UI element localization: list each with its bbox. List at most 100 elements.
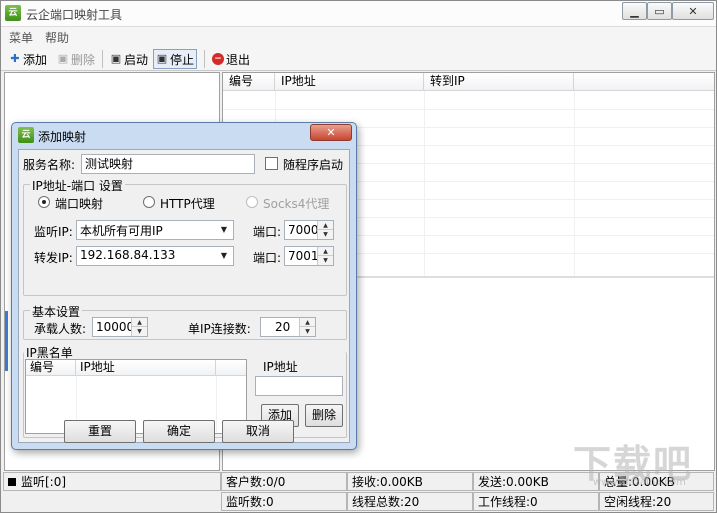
spin-down-icon[interactable]: ▼ bbox=[318, 256, 333, 265]
per-ip-stepper[interactable]: 20 ▲ ▼ bbox=[260, 317, 316, 337]
radio-port-mapping[interactable] bbox=[38, 196, 50, 208]
stop-button[interactable]: ▣ 停止 bbox=[153, 49, 198, 69]
chevron-down-icon: ▼ bbox=[220, 251, 228, 260]
column-header-number[interactable]: 编号 bbox=[26, 360, 76, 376]
exit-button[interactable]: − 退出 bbox=[210, 49, 252, 69]
reset-button[interactable]: 重置 bbox=[64, 420, 136, 443]
stop-icon: ▣ bbox=[156, 52, 168, 65]
window-title: 云企端口映射工具 bbox=[26, 8, 123, 22]
ok-button[interactable]: 确定 bbox=[143, 420, 215, 443]
dialog-body: 服务名称: 测试映射 随程序启动 IP地址-端口 设置 端口映射 HTTP代理 … bbox=[18, 149, 350, 443]
blacklist-header: 编号 IP地址 bbox=[26, 360, 246, 376]
column-header-number[interactable]: 编号 bbox=[223, 73, 275, 91]
listen-status: 监听[:0] bbox=[3, 472, 221, 491]
capacity-stepper[interactable]: 10000 ▲ ▼ bbox=[92, 317, 148, 337]
grid-line bbox=[574, 91, 575, 276]
maximize-icon: ▭ bbox=[654, 4, 665, 18]
delete-icon: ▣ bbox=[57, 52, 69, 65]
delete-button[interactable]: ▣ 删除 bbox=[55, 49, 97, 69]
forward-port-stepper[interactable]: 7001 ▲ ▼ bbox=[284, 246, 334, 266]
app-icon: 云 bbox=[18, 127, 34, 143]
spin-down-icon[interactable]: ▼ bbox=[300, 327, 315, 336]
autostart-label: 随程序启动 bbox=[283, 158, 344, 172]
received-bytes: 接收:0.00KB bbox=[347, 472, 473, 491]
spin-down-icon[interactable]: ▼ bbox=[132, 327, 147, 336]
menu-bar: 菜单 帮助 bbox=[1, 27, 716, 47]
radio-port-mapping-label: 端口映射 bbox=[55, 197, 104, 211]
delete-button-label: 删除 bbox=[71, 52, 96, 67]
minimize-button[interactable]: ▁ bbox=[622, 2, 647, 20]
spin-down-icon[interactable]: ▼ bbox=[318, 230, 333, 239]
exit-button-label: 退出 bbox=[226, 52, 251, 67]
maximize-button[interactable]: ▭ bbox=[647, 2, 672, 20]
stop-button-label: 停止 bbox=[170, 52, 195, 67]
work-threads: 工作线程:0 bbox=[473, 492, 599, 511]
toolbar-separator bbox=[102, 50, 103, 68]
status-square-icon bbox=[8, 478, 16, 486]
toolbar: ✚ 添加 ▣ 删除 ▣ 启动 ▣ 停止 − 退出 bbox=[1, 47, 716, 71]
threads-total: 线程总数:20 bbox=[347, 492, 473, 511]
title-bar: 云 云企端口映射工具 ▁ ▭ ✕ bbox=[1, 1, 716, 27]
radio-http-proxy-label: HTTP代理 bbox=[160, 197, 215, 211]
spin-buttons[interactable]: ▲ ▼ bbox=[131, 318, 147, 336]
idle-threads: 空闲线程:20 bbox=[599, 492, 714, 511]
spin-up-icon[interactable]: ▲ bbox=[300, 318, 315, 327]
listen-count: 监听数:0 bbox=[221, 492, 347, 511]
clients-count: 客户数:0/0 bbox=[221, 472, 347, 491]
add-button[interactable]: ✚ 添加 bbox=[7, 49, 49, 69]
grid-line bbox=[216, 376, 217, 433]
add-mapping-dialog: 云 添加映射 ✕ 服务名称: 测试映射 随程序启动 IP地址-端口 设置 端口映… bbox=[11, 122, 357, 450]
close-icon: ✕ bbox=[326, 126, 336, 139]
start-button-label: 启动 bbox=[124, 52, 149, 67]
column-header-ip[interactable]: IP地址 bbox=[76, 360, 216, 376]
autostart-checkbox[interactable] bbox=[265, 157, 278, 170]
service-name-label: 服务名称: bbox=[23, 158, 76, 172]
column-header-forward-ip[interactable]: 转到IP bbox=[424, 73, 574, 91]
start-button[interactable]: ▣ 启动 bbox=[108, 49, 150, 69]
mapping-list-header: 编号 IP地址 转到IP bbox=[223, 73, 714, 91]
exit-icon: − bbox=[212, 53, 224, 65]
service-name-input[interactable]: 测试映射 bbox=[81, 154, 255, 174]
chevron-down-icon: ▼ bbox=[220, 225, 228, 234]
spin-up-icon[interactable]: ▲ bbox=[318, 221, 333, 230]
radio-http-proxy[interactable] bbox=[143, 196, 155, 208]
radio-socks4-proxy-label: Socks4代理 bbox=[263, 197, 330, 211]
radio-socks4-proxy[interactable] bbox=[246, 196, 258, 208]
listen-ip-select[interactable]: 本机所有可用IP ▼ bbox=[76, 220, 234, 240]
blacklist-ip-label: IP地址 bbox=[263, 360, 298, 374]
spin-up-icon[interactable]: ▲ bbox=[132, 318, 147, 327]
ip-port-group: IP地址-端口 设置 端口映射 HTTP代理 Socks4代理 监听IP: 本机… bbox=[23, 177, 347, 296]
grid-line bbox=[424, 91, 425, 276]
ip-port-group-title: IP地址-端口 设置 bbox=[30, 177, 125, 194]
forward-ip-select[interactable]: 192.168.84.133 ▼ bbox=[76, 246, 234, 266]
cancel-button[interactable]: 取消 bbox=[222, 420, 294, 443]
listen-port-stepper[interactable]: 7000 ▲ ▼ bbox=[284, 220, 334, 240]
per-ip-label: 单IP连接数: bbox=[188, 322, 251, 336]
spin-buttons[interactable]: ▲ ▼ bbox=[317, 221, 333, 239]
grid-line bbox=[223, 109, 714, 110]
dialog-title-bar[interactable]: 云 添加映射 ✕ bbox=[12, 123, 356, 147]
blacklist-ip-input[interactable] bbox=[255, 376, 343, 396]
dialog-title: 添加映射 bbox=[38, 130, 87, 144]
capacity-label: 承载人数: bbox=[34, 322, 87, 336]
watermark-url: www.xiazaiba.com bbox=[593, 477, 686, 488]
plus-icon: ✚ bbox=[10, 52, 20, 65]
dialog-close-button[interactable]: ✕ bbox=[310, 124, 352, 141]
minimize-icon: ▁ bbox=[630, 4, 639, 18]
forward-port-label: 端口: bbox=[253, 251, 282, 265]
selection-indicator bbox=[5, 311, 8, 371]
blacklist-delete-button[interactable]: 删除 bbox=[305, 404, 343, 427]
menu-item-menu[interactable]: 菜单 bbox=[9, 29, 33, 46]
basic-settings-group-title: 基本设置 bbox=[30, 303, 83, 320]
menu-item-help[interactable]: 帮助 bbox=[45, 29, 69, 46]
column-header-ip[interactable]: IP地址 bbox=[275, 73, 424, 91]
spin-buttons[interactable]: ▲ ▼ bbox=[317, 247, 333, 265]
start-icon: ▣ bbox=[110, 52, 122, 65]
app-icon: 云 bbox=[5, 5, 21, 21]
spin-buttons[interactable]: ▲ ▼ bbox=[299, 318, 315, 336]
basic-settings-group: 基本设置 承载人数: 10000 ▲ ▼ 单IP连接数: 20 ▲ ▼ bbox=[23, 303, 347, 340]
add-button-label: 添加 bbox=[23, 52, 48, 67]
spin-up-icon[interactable]: ▲ bbox=[318, 247, 333, 256]
close-button[interactable]: ✕ bbox=[672, 2, 714, 20]
toolbar-separator bbox=[204, 50, 205, 68]
